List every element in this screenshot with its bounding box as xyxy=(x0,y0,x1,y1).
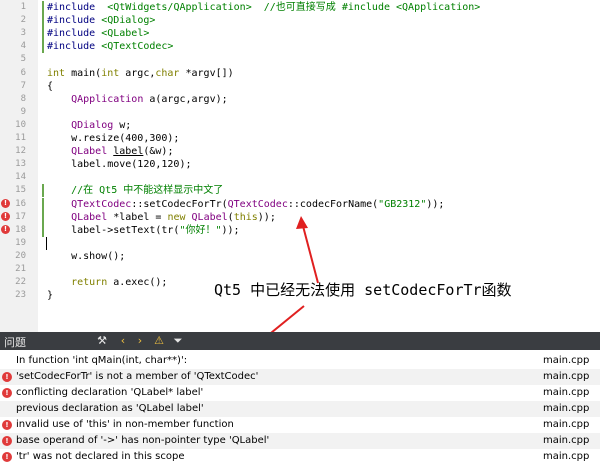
issue-row[interactable]: ! invalid use of 'this' in non-member fun… xyxy=(0,417,600,433)
issue-row[interactable]: In function 'int qMain(int, char**)': mai… xyxy=(0,353,600,369)
issues-panel-title: 问题 xyxy=(4,336,26,349)
annotation-text: Qt5 中已经无法使用 setCodecForTr函数 xyxy=(214,281,512,299)
issue-message: 'tr' was not declared in this scope xyxy=(16,451,185,462)
issue-row[interactable]: ! 'tr' was not declared in this scope main… xyxy=(0,449,600,465)
issue-message: invalid use of 'this' in non-member func… xyxy=(16,419,234,430)
issue-file: main.cpp xyxy=(543,355,590,366)
issues-panel: 问题 ⚒ ‹ › ⚠ ⏷ In function 'int qMain(int,… xyxy=(0,332,600,468)
error-icon: ! xyxy=(2,420,12,430)
issue-file: main.cpp xyxy=(543,387,590,398)
next-icon[interactable]: › xyxy=(133,334,147,348)
issue-file: main.cpp xyxy=(543,403,590,414)
issue-file: main.cpp xyxy=(543,451,590,462)
filter-icon[interactable]: ⏷ xyxy=(171,334,185,348)
arrow-to-code-head xyxy=(296,216,308,229)
prev-icon[interactable]: ‹ xyxy=(116,334,130,348)
error-icon: ! xyxy=(2,372,12,382)
warning-filter-icon[interactable]: ⚠ xyxy=(152,334,166,348)
issue-message: previous declaration as 'QLabel label' xyxy=(16,403,204,414)
issue-message: base operand of '->' has non-pointer typ… xyxy=(16,435,270,446)
issue-file: main.cpp xyxy=(543,435,590,446)
issue-row[interactable]: ! 'setCodecForTr' is not a member of 'QTe… xyxy=(0,369,600,385)
arrow-to-code xyxy=(302,225,319,284)
issue-file: main.cpp xyxy=(543,419,590,430)
error-icon: ! xyxy=(2,388,12,398)
issues-toolbar: 问题 ⚒ ‹ › ⚠ ⏷ xyxy=(0,332,600,350)
issue-row[interactable]: ! base operand of '->' has non-pointer ty… xyxy=(0,433,600,449)
issue-row[interactable]: previous declaration as 'QLabel label' ma… xyxy=(0,401,600,417)
error-icon: ! xyxy=(2,452,12,462)
error-icon: ! xyxy=(2,436,12,446)
build-icon[interactable]: ⚒ xyxy=(95,334,109,348)
issue-message: conflicting declaration 'QLabel* label' xyxy=(16,387,204,398)
issue-message: 'setCodecForTr' is not a member of 'QTex… xyxy=(16,371,259,382)
issue-row[interactable]: ! conflicting declaration 'QLabel* label'… xyxy=(0,385,600,401)
issue-file: main.cpp xyxy=(543,371,590,382)
issue-message: In function 'int qMain(int, char**)': xyxy=(16,355,188,366)
